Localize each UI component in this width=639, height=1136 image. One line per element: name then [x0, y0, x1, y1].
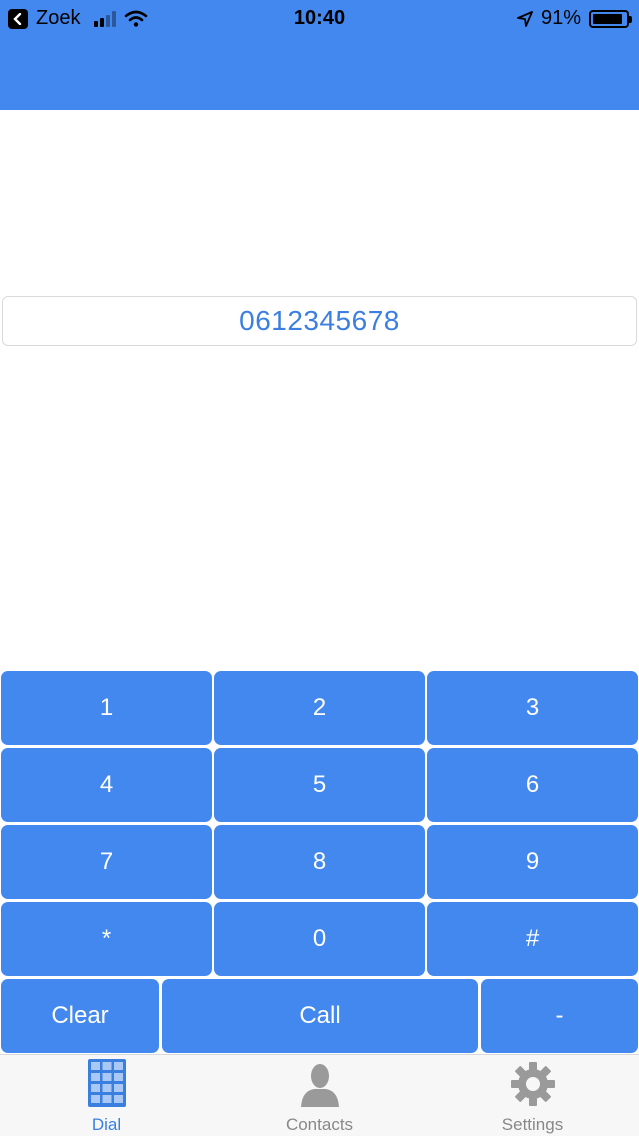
key-hash[interactable]: # — [427, 902, 638, 976]
dialed-number-display[interactable]: 0612345678 — [2, 296, 637, 346]
clear-button[interactable]: Clear — [1, 979, 159, 1053]
carrier-label[interactable]: Zoek — [36, 7, 80, 30]
call-button[interactable]: Call — [162, 979, 478, 1053]
tab-label: Contacts — [285, 1115, 354, 1134]
tab-contacts[interactable]: Contacts — [213, 1055, 426, 1136]
key-9[interactable]: 9 — [427, 825, 638, 899]
gear-icon — [510, 1062, 555, 1106]
tab-bar: Dial Contacts Settings — [0, 1054, 639, 1136]
status-left: Zoek — [8, 7, 148, 30]
battery-icon — [589, 9, 632, 28]
tab-label: Settings — [501, 1115, 564, 1134]
key-4[interactable]: 4 — [1, 748, 212, 822]
dialpad-icon — [87, 1059, 126, 1107]
tab-dial[interactable]: Dial — [0, 1055, 213, 1136]
key-star[interactable]: * — [1, 902, 212, 976]
signal-icon — [94, 10, 117, 27]
dash-button[interactable]: - — [481, 979, 638, 1053]
tab-settings[interactable]: Settings — [426, 1055, 639, 1136]
key-8[interactable]: 8 — [214, 825, 425, 899]
status-right: 91% — [517, 7, 632, 30]
key-6[interactable]: 6 — [427, 748, 638, 822]
battery-percent: 91% — [540, 7, 581, 29]
key-3[interactable]: 3 — [427, 671, 638, 745]
location-icon — [517, 10, 533, 27]
key-5[interactable]: 5 — [214, 748, 425, 822]
person-icon — [300, 1064, 339, 1107]
status-bar: Zoek 10:40 91% — [0, 0, 639, 38]
wifi-icon — [125, 10, 148, 27]
back-to-app-icon[interactable] — [8, 8, 28, 29]
key-0[interactable]: 0 — [214, 902, 425, 976]
key-2[interactable]: 2 — [214, 671, 425, 745]
key-7[interactable]: 7 — [1, 825, 212, 899]
tab-label: Dial — [91, 1115, 122, 1134]
key-1[interactable]: 1 — [1, 671, 212, 745]
